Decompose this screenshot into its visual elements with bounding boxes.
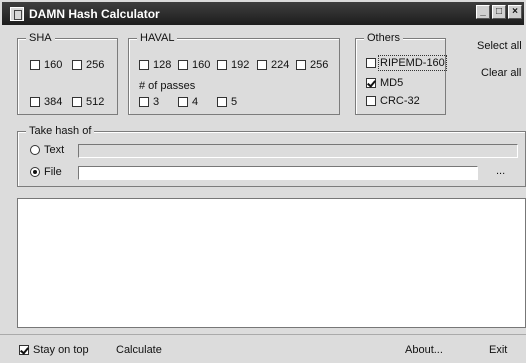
crc32-checkbox[interactable]: CRC-32 (366, 95, 420, 107)
checkbox-box[interactable] (178, 97, 188, 107)
select-all-button[interactable]: Select all (477, 40, 522, 52)
checkbox-box[interactable] (217, 97, 227, 107)
haval-legend: HAVAL (137, 32, 178, 44)
take-hash-legend: Take hash of (26, 125, 95, 137)
radio-label: Text (44, 144, 65, 156)
radio-circle[interactable] (30, 167, 40, 177)
title-bar[interactable]: DAMN Hash Calculator _ □ × (2, 2, 524, 25)
app-icon (10, 6, 24, 21)
about-button[interactable]: About... (405, 344, 443, 356)
footer-divider (0, 334, 526, 335)
checkbox-label: 256 (310, 59, 329, 71)
passes-4-checkbox[interactable]: 4 (178, 96, 198, 108)
checkbox-box[interactable] (178, 60, 188, 70)
window-title: DAMN Hash Calculator (29, 6, 160, 21)
maximize-button[interactable]: □ (492, 5, 506, 19)
checkbox-label: CRC-32 (380, 95, 420, 107)
hash-output-area[interactable] (17, 198, 526, 328)
checkbox-label: 4 (192, 96, 199, 108)
checkbox-label: Stay on top (33, 344, 89, 356)
checkbox-label: MD5 (380, 77, 404, 89)
window-controls: _ □ × (476, 5, 522, 19)
haval-128-checkbox[interactable]: 128 (139, 59, 171, 71)
md5-checkbox[interactable]: MD5 (366, 77, 403, 89)
take-hash-group: Take hash of Text File ... (17, 125, 526, 187)
checkbox-box[interactable] (257, 60, 267, 70)
haval-224-checkbox[interactable]: 224 (257, 59, 289, 71)
text-input[interactable] (78, 144, 518, 158)
checkbox-label: 160 (44, 59, 63, 71)
clear-all-button[interactable]: Clear all (481, 67, 521, 79)
minimize-button[interactable]: _ (476, 5, 490, 19)
checkbox-box[interactable] (296, 60, 306, 70)
checkbox-box[interactable] (139, 60, 149, 70)
radio-circle[interactable] (30, 145, 40, 155)
radio-label: File (44, 166, 62, 178)
close-button[interactable]: × (508, 5, 522, 19)
checkbox-box[interactable] (30, 97, 40, 107)
checkbox-box[interactable] (72, 60, 82, 70)
checkbox-label: 256 (86, 59, 105, 71)
app-window: DAMN Hash Calculator _ □ × SHA 160 256 3… (0, 0, 526, 363)
calculate-button[interactable]: Calculate (116, 344, 162, 356)
checkbox-label: 5 (231, 96, 238, 108)
checkbox-label: RIPEMD-160 (378, 55, 447, 71)
checkbox-label: 3 (153, 96, 160, 108)
checkbox-label: 384 (44, 96, 63, 108)
exit-button[interactable]: Exit (489, 344, 507, 356)
haval-group: HAVAL 128 160 192 224 256 # of passes 3 (128, 32, 340, 115)
passes-5-checkbox[interactable]: 5 (217, 96, 237, 108)
haval-192-checkbox[interactable]: 192 (217, 59, 249, 71)
checkbox-label: 224 (271, 59, 290, 71)
sha-legend: SHA (26, 32, 55, 44)
others-legend: Others (364, 32, 404, 44)
stay-on-top-checkbox[interactable]: Stay on top (19, 344, 89, 356)
checkbox-label: 160 (192, 59, 211, 71)
checkbox-box[interactable] (366, 58, 376, 68)
checkbox-box[interactable] (366, 96, 376, 106)
sha-384-checkbox[interactable]: 384 (30, 96, 62, 108)
ripemd160-checkbox[interactable]: RIPEMD-160 (366, 55, 447, 71)
passes-3-checkbox[interactable]: 3 (139, 96, 159, 108)
checkbox-box[interactable] (30, 60, 40, 70)
checkbox-box[interactable] (19, 345, 29, 355)
file-path-input[interactable] (78, 166, 478, 180)
haval-256-checkbox[interactable]: 256 (296, 59, 328, 71)
sha-group: SHA 160 256 384 512 (17, 32, 118, 115)
browse-button[interactable]: ... (496, 165, 505, 177)
checkbox-label: 128 (153, 59, 172, 71)
haval-160-checkbox[interactable]: 160 (178, 59, 210, 71)
checkbox-label: 192 (231, 59, 250, 71)
checkbox-box[interactable] (72, 97, 82, 107)
sha-160-checkbox[interactable]: 160 (30, 59, 62, 71)
file-radio[interactable]: File (30, 166, 62, 178)
others-group: Others RIPEMD-160 MD5 CRC-32 (355, 32, 447, 115)
sha-256-checkbox[interactable]: 256 (72, 59, 104, 71)
checkbox-box[interactable] (217, 60, 227, 70)
passes-label: # of passes (139, 80, 196, 92)
checkbox-box[interactable] (366, 78, 376, 88)
text-radio[interactable]: Text (30, 144, 64, 156)
sha-512-checkbox[interactable]: 512 (72, 96, 104, 108)
checkbox-label: 512 (86, 96, 105, 108)
checkbox-box[interactable] (139, 97, 149, 107)
